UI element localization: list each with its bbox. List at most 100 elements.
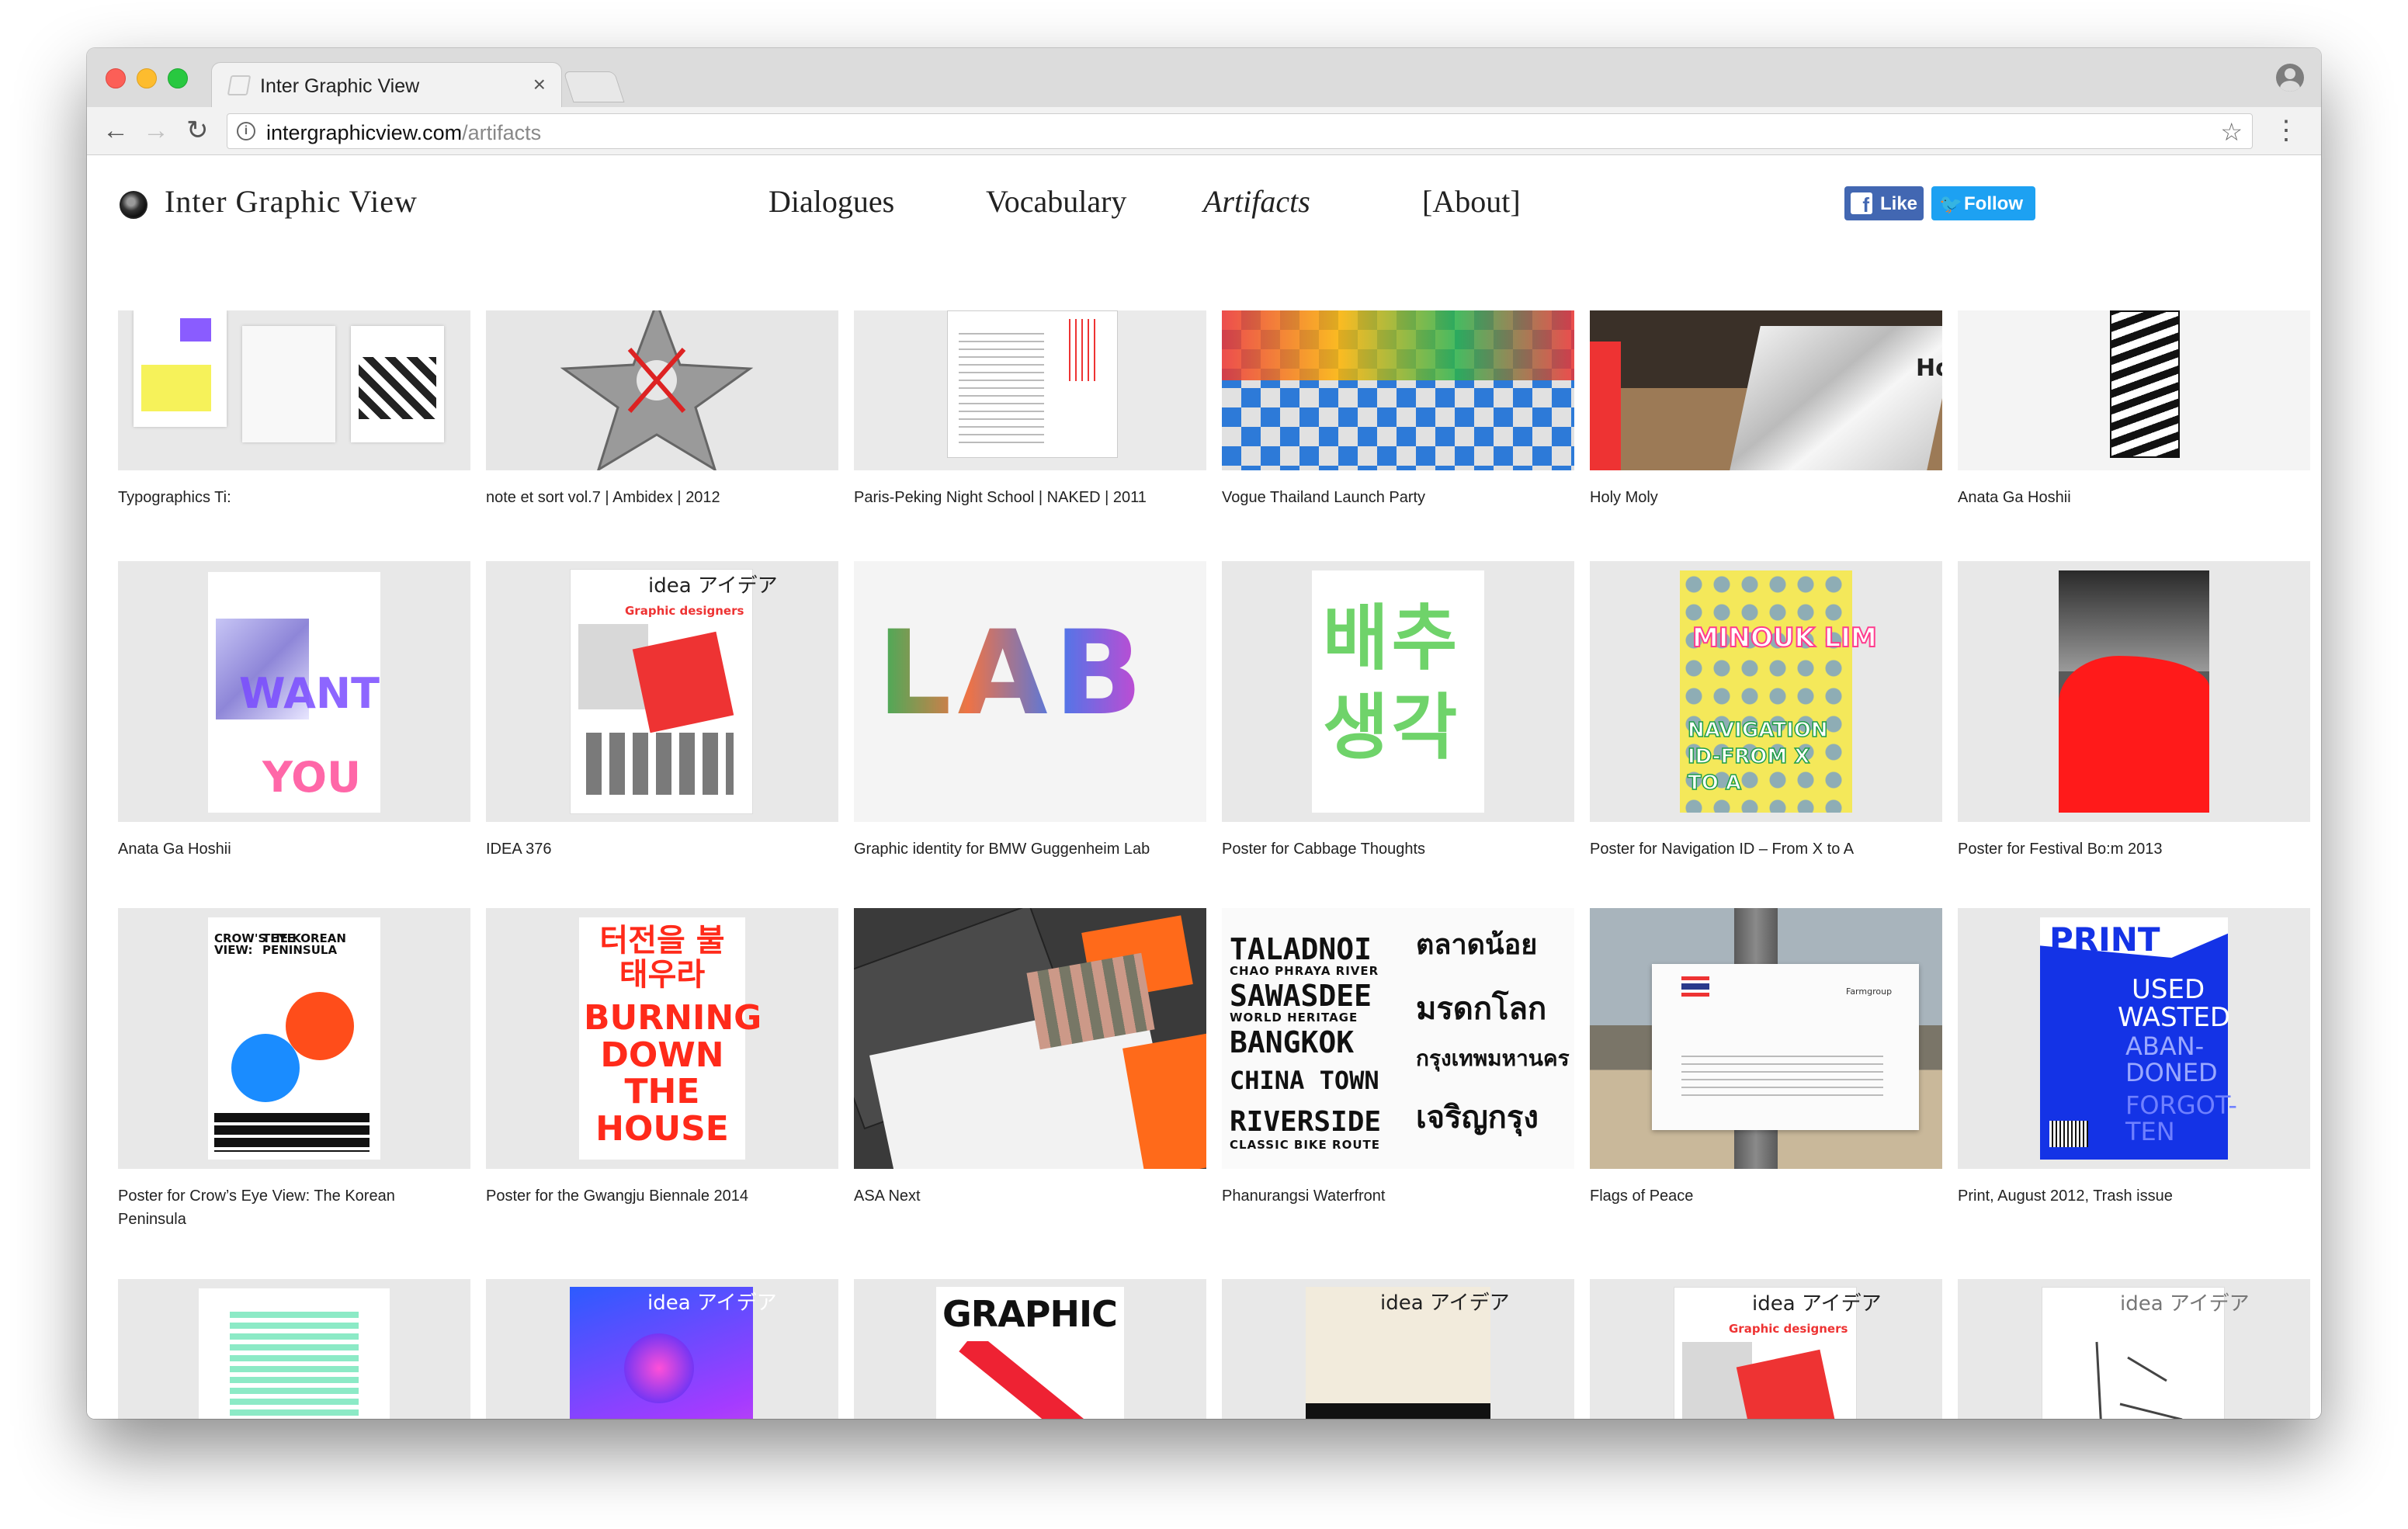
cover-headline: Graphic designers	[1729, 1322, 1848, 1336]
artifact-caption[interactable]: Holy Moly	[1590, 486, 1931, 509]
red-wave	[2059, 656, 2209, 813]
artifact-caption[interactable]: Vogue Thailand Launch Party	[1222, 486, 1563, 509]
artifact-thumbnail[interactable]: GRAPHIC	[854, 1279, 1206, 1419]
cabbage-lettering: 배추생각	[1323, 597, 1461, 769]
artifact-thumbnail[interactable]: idea アイデア Graphic designers	[1590, 1279, 1942, 1419]
classic-bike-text: CLASSIC BIKE ROUTE	[1230, 1138, 1380, 1152]
artifact-thumbnail[interactable]	[118, 310, 470, 470]
artifact-thumbnail[interactable]	[118, 1279, 470, 1419]
artifact-thumbnail[interactable]: WANT YOU	[118, 561, 470, 822]
browser-tab-active[interactable]: Inter Graphic View ×	[211, 62, 562, 109]
artifact-thumbnail[interactable]: PRINT USED WASTED ABAN-DONED FORGOT-TEN	[1958, 908, 2310, 1169]
red-wall	[1590, 342, 1621, 470]
poster	[199, 1288, 390, 1419]
artifact-caption[interactable]: Poster for the Gwangju Biennale 2014	[486, 1184, 828, 1208]
artifact-thumbnail[interactable]: MINOUK LIM NAVIGATION ID-FROM X TO A	[1590, 561, 1942, 822]
artifact-thumbnail[interactable]: LAB	[854, 561, 1206, 822]
artifact-caption[interactable]: Anata Ga Hoshii	[1958, 486, 2299, 509]
facebook-icon: f	[1851, 192, 1872, 217]
nav-about[interactable]: [About]	[1422, 183, 1521, 220]
mirrored-title	[214, 1113, 370, 1152]
artifact-caption[interactable]: ASA Next	[854, 1184, 1195, 1208]
artifact-thumbnail[interactable]	[1222, 310, 1574, 470]
thai-text-3: กรุงเทพมหานคร	[1416, 1045, 1570, 1071]
url-path: /artifacts	[462, 121, 542, 144]
artifact-thumbnail[interactable]: 터전을 불태우라 BURNING DOWN THE HOUSE	[486, 908, 838, 1169]
artifact-caption[interactable]: note et sort vol.7 | Ambidex | 2012	[486, 486, 828, 509]
artifact-thumbnail[interactable]	[1958, 561, 2310, 822]
browser-titlebar: Inter Graphic View ×	[87, 48, 2321, 109]
zoom-window-button[interactable]	[168, 68, 188, 88]
browser-menu-icon[interactable]: ⋮	[2273, 115, 2299, 146]
sign-board: Farmgroup	[1652, 964, 1919, 1130]
magazine-cover: PRINT USED WASTED ABAN-DONED FORGOT-TEN	[2040, 917, 2237, 1160]
print-sheet	[242, 326, 335, 442]
facebook-like-button[interactable]: f Like	[1844, 186, 1924, 220]
artifact-thumbnail[interactable]: idea アイデア	[1222, 1279, 1574, 1419]
artifact-thumbnail[interactable]	[1958, 310, 2310, 470]
wasted-text: WASTED	[2118, 1002, 2231, 1033]
artifact-thumbnail[interactable]	[486, 310, 838, 470]
artifact-caption[interactable]: Paris-Peking Night School | NAKED | 2011	[854, 486, 1195, 509]
close-window-button[interactable]	[106, 68, 126, 88]
burning-down-title: BURNING DOWN THE HOUSE	[584, 998, 762, 1149]
address-bar[interactable]: i intergraphicview.com/artifacts ☆	[227, 113, 2253, 149]
web-page: Inter Graphic View Dialogues Vocabulary …	[87, 155, 2321, 1419]
floral-band	[1222, 310, 1574, 380]
tab-close-icon[interactable]: ×	[533, 72, 546, 97]
reload-icon[interactable]: ↻	[186, 115, 209, 146]
artifact-caption[interactable]: Phanurangsi Waterfront	[1222, 1184, 1563, 1208]
nav-dialogues[interactable]: Dialogues	[769, 183, 894, 220]
artifact-caption[interactable]: Poster for Cabbage Thoughts	[1222, 837, 1563, 861]
gwangju-korean-title: 터전을 불태우라	[599, 923, 725, 993]
artifact-thumbnail[interactable]: CROW'S EYE VIEW: THE KOREAN PENINSULA	[118, 908, 470, 1169]
artifact-caption[interactable]: Poster for Festival Bo:m 2013	[1958, 837, 2299, 861]
artifact-caption[interactable]: Poster for Crow’s Eye View: The Korean P…	[118, 1184, 460, 1231]
twitter-follow-button[interactable]: 🐦 Follow	[1931, 186, 2035, 220]
china-town-text: CHINA TOWN	[1230, 1066, 1379, 1095]
artifact-caption[interactable]: Flags of Peace	[1590, 1184, 1931, 1208]
poster: 터전을 불태우라 BURNING DOWN THE HOUSE	[579, 917, 762, 1160]
info-icon[interactable]: i	[237, 122, 255, 140]
artifact-caption[interactable]: Print, August 2012, Trash issue	[1958, 1184, 2299, 1208]
riverside-text: RIVERSIDE	[1230, 1106, 1382, 1138]
chao-phraya-text: CHAO PHRAYA RIVER	[1230, 964, 1379, 978]
yellow-block	[141, 365, 211, 411]
forgotten-text: FORGOT-TEN	[2125, 1090, 2237, 1146]
artifact-thumbnail[interactable]	[854, 908, 1206, 1169]
artifact-caption[interactable]: Graphic identity for BMW Guggenheim Lab	[854, 837, 1195, 861]
artifact-thumbnail[interactable]: Ho	[1590, 310, 1942, 470]
new-tab-button[interactable]	[563, 71, 625, 102]
twitter-bird-icon: 🐦	[1939, 194, 1962, 215]
artifact-thumbnail[interactable]: idea アイデア	[1958, 1279, 2310, 1419]
artifact-thumbnail[interactable]: idea アイデア	[486, 1279, 838, 1419]
barcode-icon	[2049, 1121, 2088, 1147]
artifact-caption[interactable]: Anata Ga Hoshii	[118, 837, 460, 861]
artifact-caption[interactable]: Poster for Navigation ID – From X to A	[1590, 837, 1931, 861]
site-title[interactable]: Inter Graphic View	[165, 183, 418, 220]
artifact-thumbnail[interactable]: idea アイデア Graphic designers	[486, 561, 838, 822]
artifact-thumbnail[interactable]: 배추생각	[1222, 561, 1574, 822]
profile-icon[interactable]	[2276, 64, 2304, 92]
nav-artifacts[interactable]: Artifacts	[1203, 183, 1310, 220]
artifact-caption[interactable]: IDEA 376	[486, 837, 828, 861]
back-arrow-icon[interactable]: ←	[102, 115, 129, 146]
url-text[interactable]: intergraphicview.com/artifacts	[266, 121, 541, 145]
site-logo-icon[interactable]	[120, 191, 147, 219]
header-fade	[87, 241, 2321, 272]
artifact-thumbnail[interactable]	[854, 310, 1206, 470]
artifact-thumbnail[interactable]: Farmgroup	[1590, 908, 1942, 1169]
forward-arrow-icon[interactable]: →	[143, 115, 169, 146]
sign-text-lines	[1681, 1049, 1883, 1096]
you-text: YOU	[262, 753, 361, 802]
artifact-thumbnail[interactable]: TALADNOI CHAO PHRAYA RIVER SAWASDEE WORL…	[1222, 908, 1574, 1169]
site-header: Inter Graphic View Dialogues Vocabulary …	[87, 155, 2321, 241]
bookmark-star-icon[interactable]: ☆	[2220, 117, 2243, 147]
nav-vocabulary[interactable]: Vocabulary	[986, 183, 1126, 220]
browser-toolbar: ← → ↻ i intergraphicview.com/artifacts ☆…	[87, 107, 2321, 155]
graphic-logo: GRAPHIC	[942, 1293, 1118, 1335]
artifact-caption[interactable]: Typographics Ti:	[118, 486, 460, 509]
document-page	[947, 310, 1118, 458]
magazine-cover: idea アイデア	[2042, 1287, 2250, 1419]
minimize-window-button[interactable]	[137, 68, 157, 88]
